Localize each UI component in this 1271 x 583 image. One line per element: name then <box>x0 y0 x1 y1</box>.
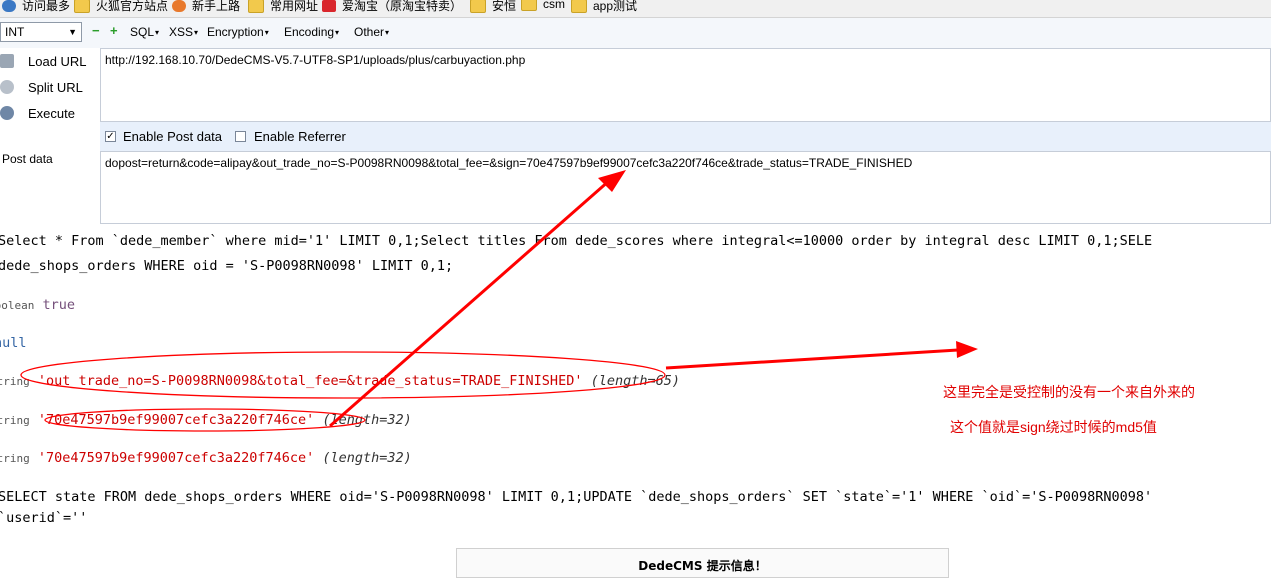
folder-icon <box>470 0 486 13</box>
post-data-textarea[interactable]: dopost=return&code=alipay&out_trade_no=S… <box>100 151 1271 224</box>
var-dump-null: null <box>0 335 27 351</box>
firefox-icon <box>172 0 186 12</box>
bookmark-app-test[interactable]: app测试 <box>571 0 637 14</box>
bookmark-csm[interactable]: csm <box>521 0 565 11</box>
taobao-icon <box>322 0 336 12</box>
bookmark-label: 新手上路 <box>192 0 241 13</box>
bookmark-label: 爱淘宝（原淘宝特卖） <box>342 0 463 13</box>
annotation-note: 这个值就是sign绕过时候的md5值 <box>950 419 1157 435</box>
bookmark-common-sites[interactable]: 常用网址 <box>248 0 318 14</box>
bookmark-label: csm <box>543 0 565 11</box>
menu-xss[interactable]: XSS▾ <box>169 25 198 39</box>
menu-encryption[interactable]: Encryption▾ <box>207 25 269 39</box>
type-label: boolean <box>0 299 35 312</box>
string-value: 'out_trade_no=S-P0098RN0098&total_fee=&t… <box>37 373 583 389</box>
execute-button[interactable]: Execute <box>0 104 75 122</box>
length-label: (length=32) <box>322 412 412 428</box>
menu-label: Encoding <box>284 25 335 39</box>
sql-output-line: Select * From `dede_member` where mid='1… <box>0 233 1153 249</box>
menu-label: Encryption <box>207 25 264 39</box>
bool-value: true <box>42 297 76 313</box>
menu-label: XSS <box>169 25 194 39</box>
menu-other[interactable]: Other▾ <box>354 25 389 39</box>
menu-label: Other <box>354 25 385 39</box>
options-row: ✓ Enable Post data Enable Referrer <box>100 122 1271 151</box>
bookmarks-bar: 访问最多 火狐官方站点 新手上路 常用网址 爱淘宝（原淘宝特卖） 安恒 csm … <box>0 0 1271 18</box>
var-dump-string-3: string '70e47597b9ef99007cefc3a220f746ce… <box>0 450 412 466</box>
dedecms-message-box: DedeCMS 提示信息！ <box>456 548 949 578</box>
button-label: Split URL <box>28 79 83 95</box>
var-dump-string-1: string 'out_trade_no=S-P0098RN0098&total… <box>0 373 680 389</box>
sql-output-line: dede_shops_orders WHERE oid = 'S-P0098RN… <box>0 258 454 274</box>
select-value: INT <box>5 25 25 39</box>
post-data-label: Post data <box>2 152 53 166</box>
menu-sql[interactable]: SQL▾ <box>130 25 159 39</box>
var-dump-bool: boolean true <box>0 297 75 313</box>
button-label: Load URL <box>28 53 87 69</box>
arrow-head-note <box>956 341 978 358</box>
bookmark-label: 火狐官方站点 <box>96 0 169 13</box>
bookmark-label: 常用网址 <box>270 0 319 13</box>
bookmark-label: 安恒 <box>492 0 517 13</box>
sql-output-line: `userid`='' <box>0 510 88 526</box>
split-icon <box>0 80 14 94</box>
split-url-button[interactable]: Split URL <box>0 78 83 96</box>
annotation-note: 这里完全是受控制的没有一个来自外来的 <box>943 384 1195 400</box>
bookmark-most-visited[interactable]: 访问最多 <box>2 0 70 14</box>
hackbar-toolbar: INT ▼ − + SQL▾ XSS▾ Encryption▾ Encoding▾… <box>0 18 1271 49</box>
folder-icon <box>248 0 264 13</box>
enable-post-label: Enable Post data <box>123 129 223 144</box>
caret-icon: ▾ <box>385 28 390 38</box>
execute-icon <box>0 106 14 120</box>
length-label: (length=65) <box>590 373 680 389</box>
null-value: null <box>0 335 27 351</box>
arrow-to-note <box>665 348 959 370</box>
type-label: string <box>0 414 30 427</box>
enable-referrer-checkbox[interactable] <box>235 131 246 142</box>
minus-icon[interactable]: − <box>92 24 100 38</box>
url-textarea[interactable]: http://192.168.10.70/DedeCMS-V5.7-UTF8-S… <box>100 48 1271 122</box>
folder-icon <box>74 0 90 13</box>
length-label: (length=32) <box>322 450 412 466</box>
type-label: string <box>0 375 30 388</box>
folder-icon <box>571 0 587 13</box>
bookmark-getting-started[interactable]: 新手上路 <box>172 0 240 14</box>
globe-icon <box>2 0 16 12</box>
menu-label: SQL <box>130 25 155 39</box>
folder-icon <box>521 0 537 11</box>
enable-referrer-label: Enable Referrer <box>254 129 346 144</box>
type-select[interactable]: INT ▼ <box>0 22 82 42</box>
chevron-down-icon: ▼ <box>68 27 77 37</box>
bookmark-aitaobao[interactable]: 爱淘宝（原淘宝特卖） <box>322 0 462 14</box>
load-url-button[interactable]: Load URL <box>0 52 87 70</box>
plus-icon[interactable]: + <box>110 24 118 38</box>
var-dump-string-2: string '70e47597b9ef99007cefc3a220f746ce… <box>0 412 412 428</box>
hackbar-actions: Load URL Split URL Execute <box>0 48 100 224</box>
string-value: '70e47597b9ef99007cefc3a220f746ce' <box>37 450 315 466</box>
caret-icon: ▾ <box>194 28 199 38</box>
caret-icon: ▾ <box>335 28 340 38</box>
enable-post-checkbox[interactable]: ✓ <box>105 131 116 142</box>
bookmark-firefox-site[interactable]: 火狐官方站点 <box>74 0 168 14</box>
sql-output-line: SELECT state FROM dede_shops_orders WHER… <box>0 489 1153 505</box>
button-label: Execute <box>28 105 75 121</box>
type-label: string <box>0 452 30 465</box>
load-icon <box>0 54 14 68</box>
caret-icon: ▾ <box>155 28 160 38</box>
menu-encoding[interactable]: Encoding▾ <box>284 25 339 39</box>
caret-icon: ▾ <box>264 28 269 38</box>
bookmark-label: app测试 <box>593 0 638 13</box>
string-value: '70e47597b9ef99007cefc3a220f746ce' <box>37 412 315 428</box>
bookmark-anheng[interactable]: 安恒 <box>470 0 516 14</box>
bookmark-label: 访问最多 <box>22 0 71 13</box>
